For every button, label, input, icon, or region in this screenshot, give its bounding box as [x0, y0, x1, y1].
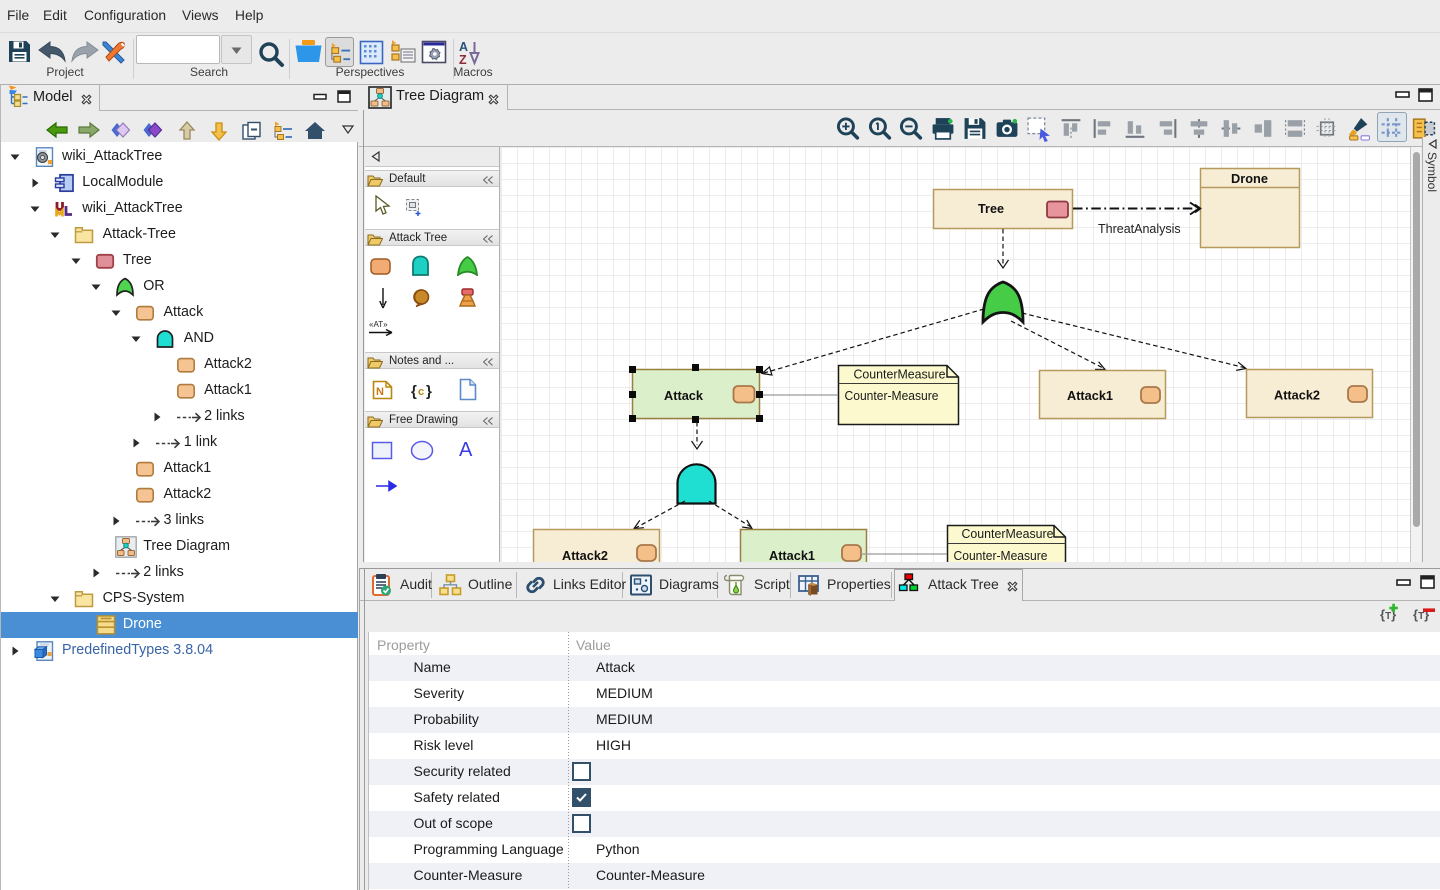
- svg-text:Attack: Attack: [664, 388, 704, 403]
- svg-text:{: {: [411, 383, 417, 400]
- svg-text:c: c: [418, 386, 424, 398]
- svg-text:Drone: Drone: [1231, 171, 1268, 186]
- svg-text:A: A: [459, 40, 468, 54]
- svg-text:«AT»: «AT»: [369, 320, 388, 329]
- svg-text:Attack2: Attack2: [562, 548, 608, 562]
- svg-text:ThreatAnalysis: ThreatAnalysis: [1098, 222, 1181, 236]
- svg-text:Attack2: Attack2: [1274, 388, 1320, 403]
- svg-text:N: N: [376, 386, 384, 398]
- svg-text:Tree: Tree: [978, 201, 1004, 216]
- svg-text:Counter-Measure: Counter-Measure: [845, 389, 939, 403]
- svg-text:Attack1: Attack1: [769, 548, 815, 562]
- svg-text:Attack1: Attack1: [1067, 388, 1113, 403]
- svg-text:Counter-Measure: Counter-Measure: [954, 549, 1048, 562]
- svg-text:CounterMeasure: CounterMeasure: [854, 368, 946, 382]
- svg-text:CounterMeasure: CounterMeasure: [962, 527, 1054, 541]
- svg-text:A: A: [459, 439, 473, 459]
- svg-text:}: }: [426, 383, 432, 400]
